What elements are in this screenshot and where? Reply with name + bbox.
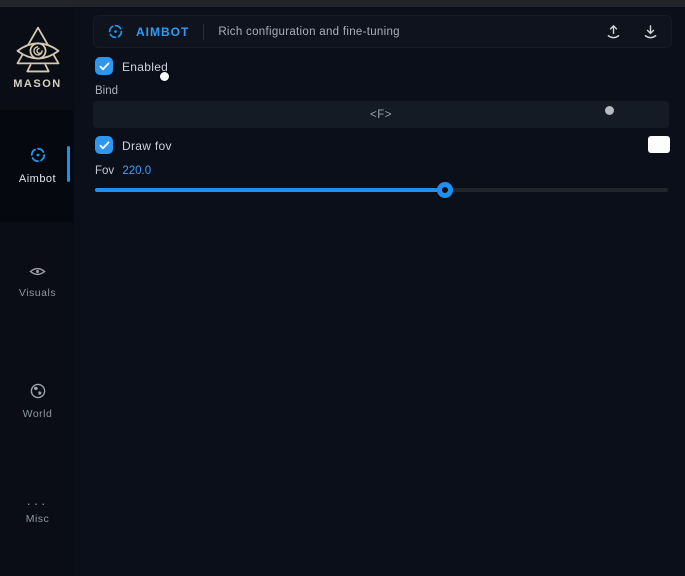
sidebar-item-world[interactable]: World bbox=[0, 383, 75, 420]
fov-slider-fill bbox=[95, 188, 445, 192]
window-top-strip bbox=[0, 0, 685, 7]
fov-slider-thumb[interactable] bbox=[437, 182, 453, 198]
globe-icon bbox=[0, 383, 75, 404]
mason-menu-window: MASON Aimbot Visuals bbox=[0, 0, 685, 576]
fov-label-row: Fov 220.0 bbox=[95, 165, 151, 177]
sidebar-item-label: Aimbot bbox=[0, 173, 75, 185]
ellipsis-icon: ··· bbox=[0, 499, 75, 509]
section-header: AIMBOT Rich configuration and fine-tunin… bbox=[93, 15, 672, 48]
drag-dot bbox=[605, 106, 614, 115]
mouse-cursor-dot bbox=[160, 72, 169, 81]
eye-pyramid-icon bbox=[0, 25, 75, 75]
fov-label: Fov bbox=[95, 165, 114, 177]
section-title: AIMBOT bbox=[136, 25, 189, 39]
draw-fov-checkbox[interactable] bbox=[95, 136, 113, 154]
bind-label: Bind bbox=[95, 85, 118, 97]
fov-slider[interactable] bbox=[95, 182, 668, 198]
sidebar-item-label: Visuals bbox=[0, 287, 75, 299]
fov-value: 220.0 bbox=[122, 165, 151, 177]
check-icon bbox=[99, 62, 110, 71]
section-subtitle: Rich configuration and fine-tuning bbox=[218, 26, 400, 38]
download-icon[interactable] bbox=[643, 24, 658, 40]
enabled-checkbox[interactable] bbox=[95, 57, 113, 75]
sidebar-item-visuals[interactable]: Visuals bbox=[0, 265, 75, 299]
fov-color-swatch[interactable] bbox=[648, 136, 670, 153]
header-separator bbox=[203, 24, 204, 40]
sidebar-item-label: World bbox=[0, 408, 75, 420]
sidebar-item-label: Misc bbox=[0, 513, 75, 525]
sidebar-item-aimbot[interactable]: Aimbot bbox=[0, 146, 75, 185]
crosshair-icon bbox=[0, 146, 75, 169]
draw-fov-label: Draw fov bbox=[122, 139, 172, 153]
sidebar: MASON Aimbot Visuals bbox=[0, 7, 75, 576]
bind-value: <F> bbox=[370, 109, 392, 121]
crosshair-icon bbox=[107, 23, 124, 40]
logo-text: MASON bbox=[0, 78, 75, 90]
sidebar-item-misc[interactable]: ··· Misc bbox=[0, 499, 75, 525]
eye-icon bbox=[0, 265, 75, 283]
upload-icon[interactable] bbox=[606, 24, 621, 40]
bind-input[interactable]: <F> bbox=[93, 101, 669, 128]
check-icon bbox=[99, 141, 110, 150]
app-logo: MASON bbox=[0, 25, 75, 90]
